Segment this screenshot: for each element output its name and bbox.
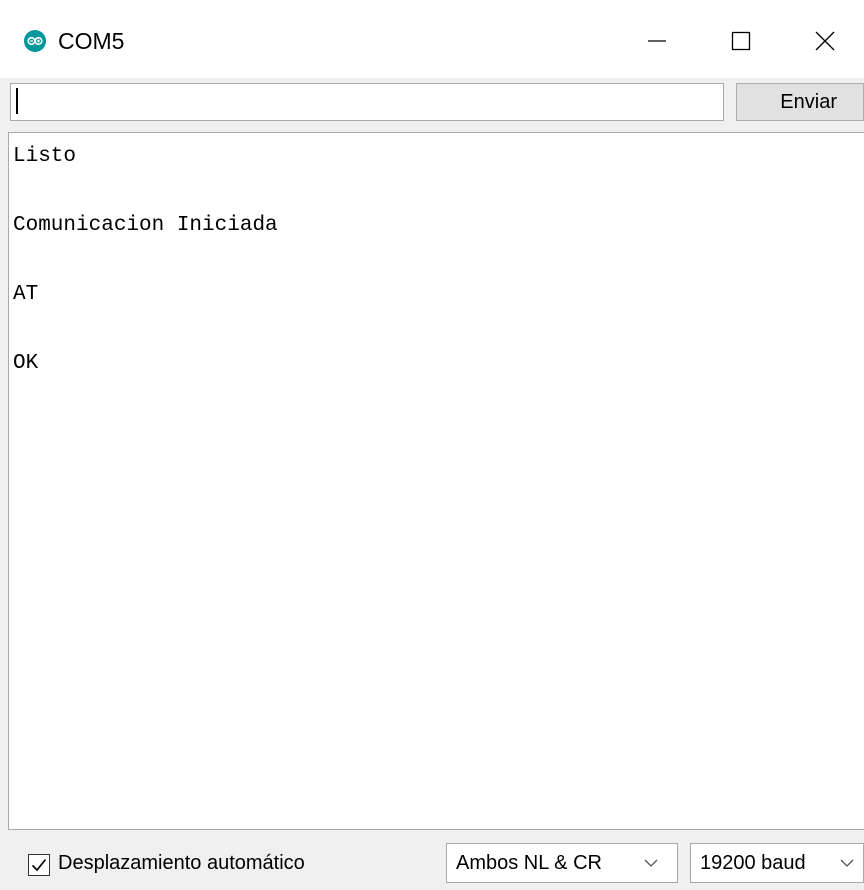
send-button[interactable]: Enviar bbox=[736, 83, 864, 121]
output-line: Listo bbox=[13, 145, 77, 168]
text-caret bbox=[16, 88, 18, 114]
close-button[interactable] bbox=[790, 14, 860, 68]
status-bar: Desplazamiento automático Ambos NL & CR … bbox=[0, 830, 864, 890]
close-icon bbox=[815, 31, 835, 51]
checkmark-icon bbox=[31, 858, 47, 872]
title-bar: COM5 bbox=[0, 0, 864, 78]
send-bar: Enviar bbox=[0, 78, 864, 132]
autoscroll-label[interactable]: Desplazamiento automático bbox=[58, 852, 305, 875]
serial-output[interactable]: Listo Comunicacion Iniciada AT OK bbox=[8, 132, 864, 830]
window-title: COM5 bbox=[58, 28, 125, 54]
autoscroll-checkbox[interactable] bbox=[28, 854, 50, 876]
output-line: Comunicacion Iniciada bbox=[13, 214, 278, 237]
chevron-down-icon bbox=[840, 859, 854, 867]
send-button-label: Enviar bbox=[780, 90, 837, 113]
minimize-button[interactable] bbox=[622, 14, 692, 68]
baud-rate-value: 19200 baud bbox=[700, 852, 806, 874]
arduino-icon bbox=[24, 30, 46, 52]
line-ending-select[interactable]: Ambos NL & CR bbox=[446, 843, 678, 883]
output-line: OK bbox=[13, 352, 39, 375]
maximize-icon bbox=[731, 31, 751, 51]
maximize-button[interactable] bbox=[706, 14, 776, 68]
chevron-down-icon bbox=[644, 859, 658, 867]
line-ending-value: Ambos NL & CR bbox=[456, 852, 602, 874]
minimize-icon bbox=[648, 40, 666, 42]
send-input[interactable] bbox=[10, 83, 724, 121]
output-line: AT bbox=[13, 283, 39, 306]
baud-rate-select[interactable]: 19200 baud bbox=[690, 843, 864, 883]
